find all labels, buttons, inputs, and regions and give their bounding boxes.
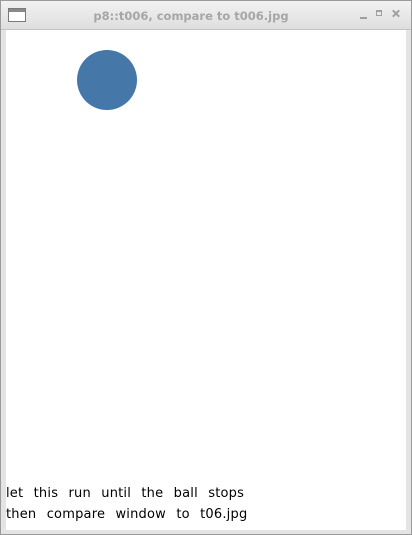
minimize-icon[interactable] [358, 8, 370, 20]
instruction-line-2: then compare window to t06.jpg [6, 507, 248, 522]
window-icon[interactable] [8, 8, 26, 22]
app-window: p8::t006, compare to t006.jpg let this r… [0, 0, 412, 535]
maximize-icon[interactable] [374, 8, 386, 20]
instruction-line-1: let this run until the ball stops [6, 486, 245, 501]
ball [77, 50, 137, 110]
close-icon[interactable] [390, 8, 402, 20]
window-title: p8::t006, compare to t006.jpg [93, 9, 289, 23]
title-bar[interactable]: p8::t006, compare to t006.jpg [1, 1, 411, 30]
sketch-canvas[interactable]: let this run until the ball stops then c… [6, 30, 406, 530]
